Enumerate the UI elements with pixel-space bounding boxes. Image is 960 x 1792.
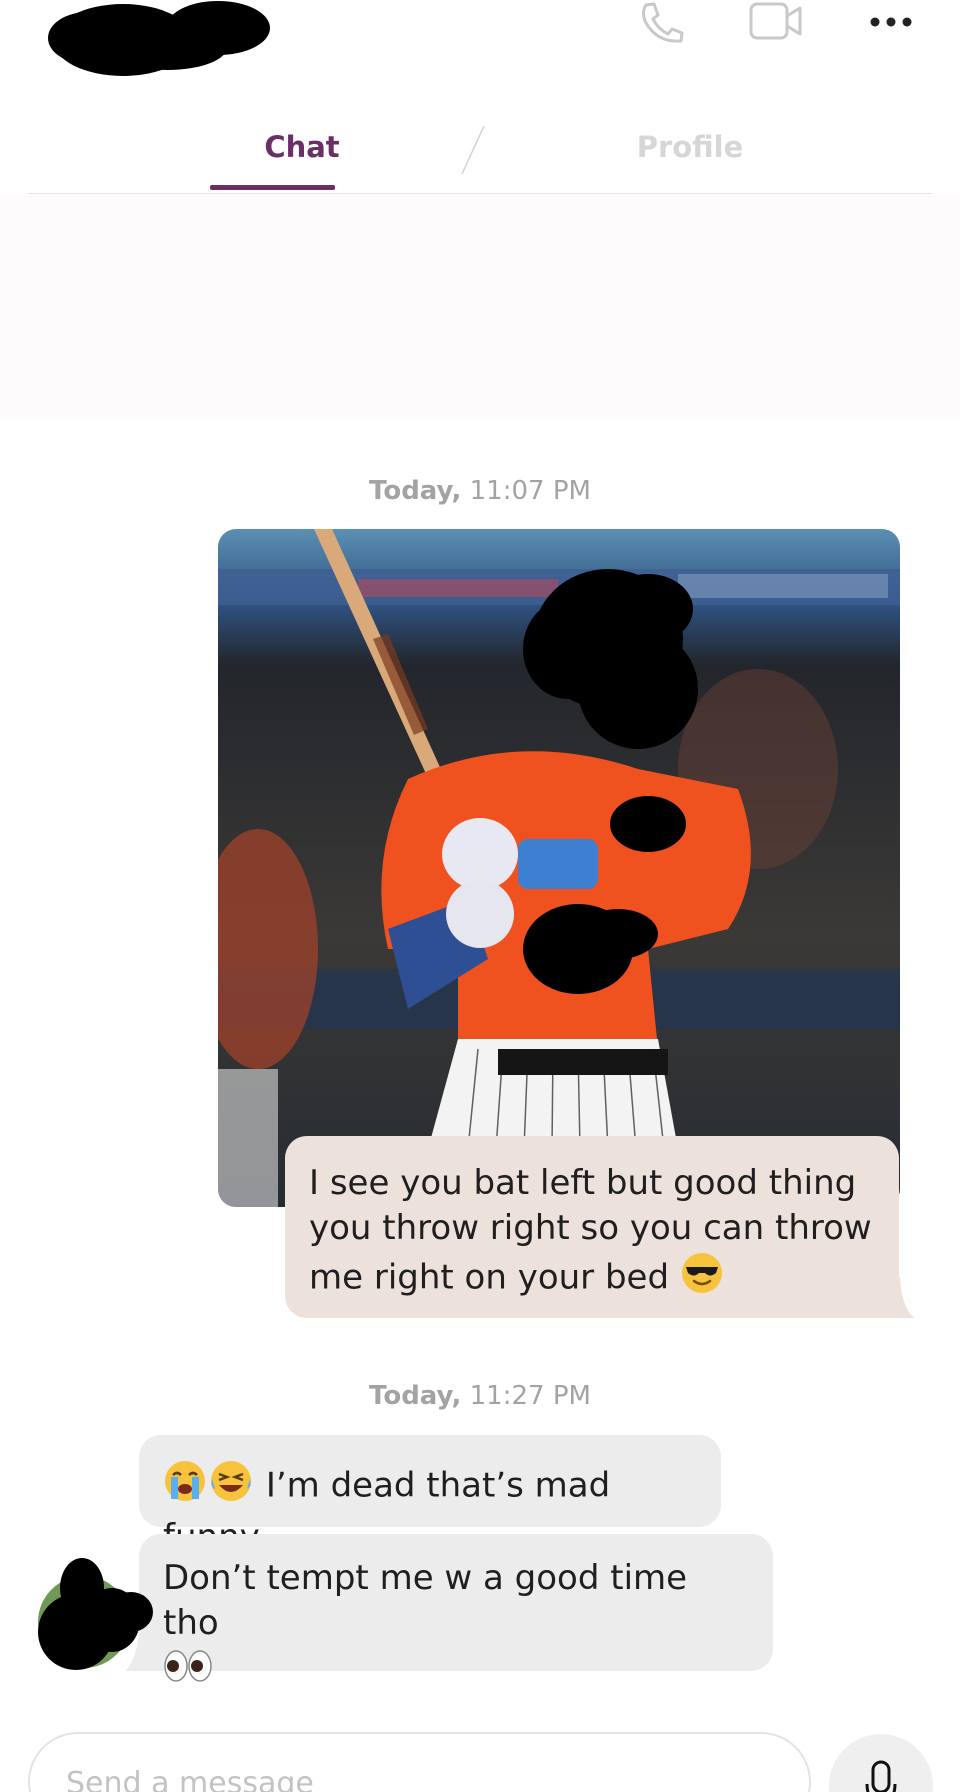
contact-avatar[interactable] (36, 1550, 156, 1672)
baseball-player-photo[interactable] (218, 529, 900, 1207)
tab-chat[interactable]: Chat (240, 130, 364, 164)
message-text: I see you bat left but good thing you th… (309, 1163, 872, 1298)
video-call-icon[interactable] (748, 0, 804, 44)
chat-header (0, 0, 960, 100)
more-options-icon[interactable] (868, 0, 914, 44)
active-tab-indicator (210, 185, 335, 190)
microphone-icon (865, 1760, 897, 1792)
redacted-contact-name (28, 0, 273, 80)
message-timestamp: Today, 11:07 PM (369, 476, 591, 506)
phone-icon[interactable] (636, 0, 686, 44)
tab-bar: Chat Profile (28, 112, 932, 194)
microphone-button[interactable] (829, 1734, 933, 1792)
message-composer[interactable] (28, 1732, 811, 1792)
crying-emoji-icon (163, 1459, 207, 1515)
outgoing-message-bubble[interactable]: I see you bat left but good thing you th… (285, 1136, 899, 1318)
incoming-message-bubble[interactable]: I’m dead that’s mad funny (139, 1435, 721, 1557)
tab-divider (461, 125, 485, 175)
incoming-message-bubble[interactable]: Don’t tempt me w a good time tho (139, 1534, 773, 1682)
laughing-emoji-icon (209, 1459, 253, 1515)
chat-top-spacer (0, 196, 960, 420)
message-timestamp: Today, 11:27 PM (369, 1381, 591, 1411)
eyes-emoji-icon (163, 1646, 213, 1698)
message-input[interactable] (66, 1766, 766, 1792)
bubble-tail (896, 1278, 914, 1318)
sunglasses-emoji-icon (680, 1251, 724, 1307)
message-text: Don’t tempt me w a good time tho (163, 1558, 688, 1643)
tab-profile[interactable]: Profile (620, 130, 760, 164)
